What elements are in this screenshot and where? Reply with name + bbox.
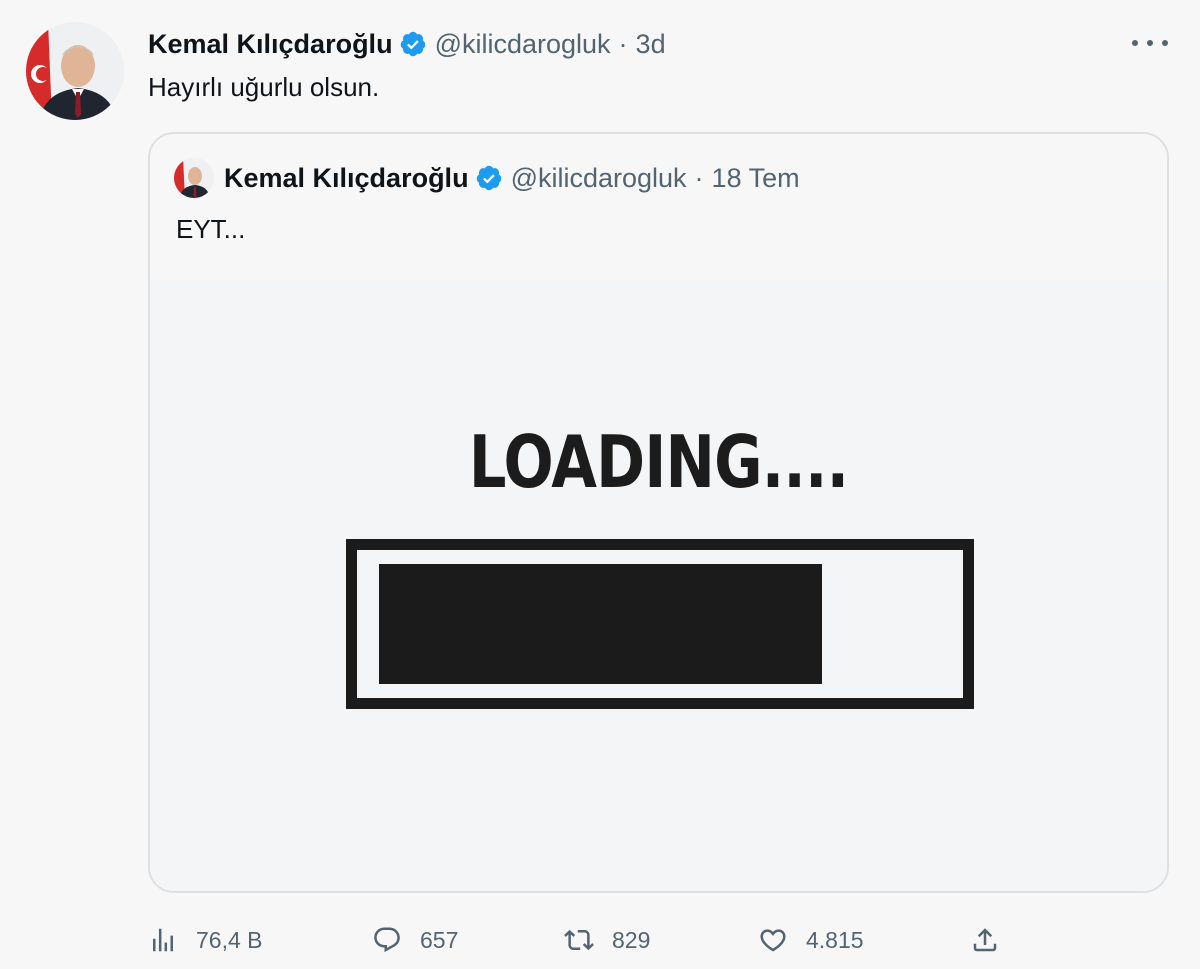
reply-button[interactable]: 657 — [372, 915, 458, 965]
like-count: 4.815 — [806, 926, 864, 953]
tweet: Kemal Kılıçdaroğlu @kilicdarogluk · 3d H… — [0, 0, 1200, 969]
tweet-actions: 76,4 B 657 829 4.815 — [148, 915, 1188, 965]
loading-progress-bar — [346, 539, 974, 709]
quoted-author-name[interactable]: Kemal Kılıçdaroğlu — [224, 163, 469, 194]
quoted-avatar — [174, 158, 214, 198]
tweet-header: Kemal Kılıçdaroğlu @kilicdarogluk · 3d — [148, 24, 666, 64]
quoted-tweet[interactable]: Kemal Kılıçdaroğlu @kilicdarogluk · 18 T… — [148, 132, 1169, 893]
views-icon — [153, 928, 173, 952]
author-name[interactable]: Kemal Kılıçdaroğlu — [148, 29, 393, 60]
share-button[interactable] — [970, 915, 1018, 965]
progress-track — [379, 564, 947, 684]
separator-dot: · — [618, 28, 628, 59]
quoted-header: Kemal Kılıçdaroğlu @kilicdarogluk · 18 T… — [224, 159, 800, 197]
timestamp[interactable]: 3d — [636, 29, 666, 60]
views-button[interactable]: 76,4 B — [148, 915, 263, 965]
retweet-icon — [564, 929, 594, 951]
quoted-author-handle[interactable]: @kilicdarogluk — [511, 163, 687, 194]
retweet-count: 829 — [612, 926, 651, 953]
retweet-button[interactable]: 829 — [564, 915, 650, 965]
loading-text: LOADING.... — [468, 420, 849, 504]
quoted-timestamp[interactable]: 18 Tem — [712, 163, 800, 194]
tweet-text: Hayırlı uğurlu olsun. — [148, 72, 380, 102]
reply-icon — [374, 927, 400, 953]
verified-icon — [399, 30, 427, 58]
share-icon — [973, 928, 997, 952]
quoted-media-image[interactable]: LOADING.... — [150, 280, 1167, 891]
quoted-tweet-text: EYT... — [176, 214, 246, 244]
author-handle[interactable]: @kilicdarogluk — [435, 29, 611, 60]
like-button[interactable]: 4.815 — [758, 915, 864, 965]
views-count: 76,4 B — [196, 926, 263, 953]
more-icon[interactable] — [1132, 36, 1168, 50]
reply-count: 657 — [420, 926, 459, 953]
like-icon — [760, 929, 786, 952]
separator-dot: · — [694, 162, 704, 193]
avatar[interactable] — [26, 22, 124, 120]
verified-icon — [475, 164, 503, 192]
progress-fill — [379, 564, 823, 684]
